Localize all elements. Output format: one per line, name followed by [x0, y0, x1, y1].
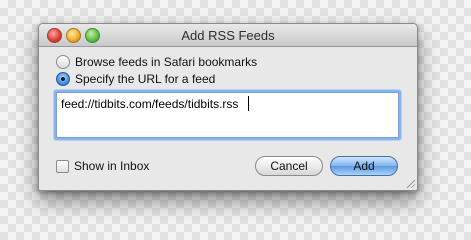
show-in-inbox-checkbox[interactable] [56, 159, 69, 173]
feed-url-value: feed://tidbits.com/feeds/tidbits.rss [61, 97, 239, 111]
option-label: Browse feeds in Safari bookmarks [75, 55, 258, 69]
feed-url-input[interactable]: feed://tidbits.com/feeds/tidbits.rss [56, 92, 399, 138]
radio-button-unselected[interactable] [56, 55, 70, 69]
option-label: Specify the URL for a feed [75, 72, 216, 86]
show-in-inbox-option[interactable]: Show in Inbox [56, 159, 149, 173]
option-browse-safari-bookmarks[interactable]: Browse feeds in Safari bookmarks [56, 55, 257, 69]
resize-grip-icon[interactable] [405, 178, 415, 188]
radio-button-selected[interactable] [56, 72, 70, 86]
title-bar[interactable]: Add RSS Feeds [39, 24, 417, 47]
add-button[interactable]: Add [330, 156, 398, 176]
text-caret [248, 96, 249, 111]
cancel-button[interactable]: Cancel [255, 156, 323, 176]
option-specify-url[interactable]: Specify the URL for a feed [56, 72, 215, 86]
window-title: Add RSS Feeds [181, 28, 275, 43]
show-in-inbox-label: Show in Inbox [74, 159, 150, 173]
add-rss-feeds-dialog: Add RSS Feeds Browse feeds in Safari boo… [38, 23, 418, 191]
